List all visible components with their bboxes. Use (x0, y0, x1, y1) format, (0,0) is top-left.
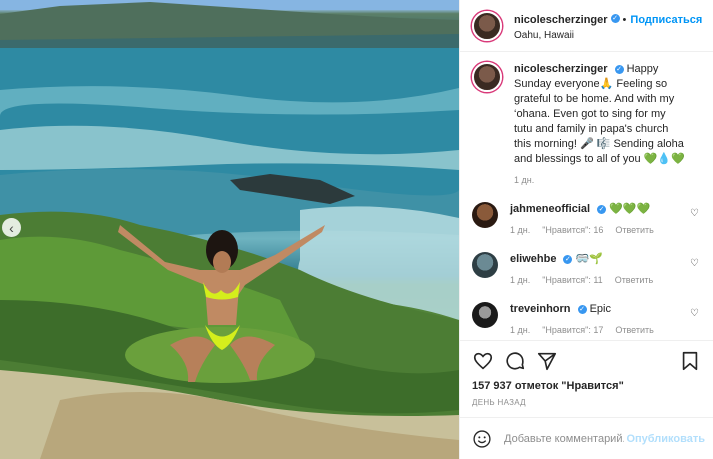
author-username[interactable]: nicolescherzinger (514, 14, 608, 26)
post-header-line: nicolescherzinger ✓ • Подписаться (514, 14, 703, 26)
list-item: treveinhorn ✓ Epic 1 дн. "Нравится": 17 Отв… (472, 302, 701, 338)
post-header: nicolescherzinger ✓ • Подписаться Oahu, Haw… (460, 0, 713, 52)
comment-time[interactable]: 1 дн. (510, 275, 530, 285)
comment-input[interactable] (502, 431, 627, 446)
emoji-icon[interactable] (472, 429, 492, 449)
comment-likes[interactable]: "Нравится": 16 (542, 225, 603, 235)
list-item: jahmeneofficial ✓ 💚💚💚 1 дн. "Нравится": 16… (472, 202, 701, 238)
comment-meta: 1 дн. "Нравится": 11 Ответить (510, 273, 687, 288)
verified-icon: ✓ (597, 204, 607, 214)
post-actions (460, 340, 713, 380)
publish-button[interactable]: Опубликовать (626, 433, 705, 445)
comment-icon[interactable] (504, 350, 526, 372)
beach-photo-illustration (0, 0, 459, 459)
comment-meta: 1 дн. "Нравится": 16 Ответить (510, 223, 687, 238)
post-sidebar: nicolescherzinger ✓ • Подписаться Oahu, Haw… (459, 0, 713, 459)
comment-username[interactable]: treveinhorn (510, 303, 571, 315)
comment-text: 🥽🌱 (575, 253, 603, 265)
heart-icon[interactable]: ♡ (690, 208, 699, 219)
avatar[interactable] (472, 302, 498, 328)
likes-count[interactable]: 157 937 отметок "Нравится" (460, 380, 713, 392)
chevron-left-icon[interactable]: ‹ (2, 218, 21, 237)
avatar[interactable] (472, 252, 498, 278)
avatar[interactable] (472, 62, 502, 92)
comment-likes[interactable]: "Нравится": 11 (542, 275, 602, 285)
caption-text: Happy Sunday everyone🙏 Feeling so gratef… (514, 63, 685, 165)
verified-icon: ✓ (614, 64, 624, 74)
reply-button[interactable]: Ответить (615, 225, 653, 235)
caption: nicolescherzinger ✓ Happy Sunday everyone… (472, 62, 701, 188)
verified-icon: ✓ (577, 304, 587, 314)
comment-body: eliwehbe ✓ 🥽🌱 1 дн. "Нравится": 11 Ответить (510, 252, 701, 288)
list-item: eliwehbe ✓ 🥽🌱 1 дн. "Нравится": 11 Ответить… (472, 252, 701, 288)
comment-meta: 1 дн. "Нравится": 17 Ответить (510, 323, 687, 338)
reply-button[interactable]: Ответить (615, 325, 653, 335)
avatar[interactable] (472, 10, 502, 41)
add-comment-bar: Опубликовать (460, 417, 713, 459)
comments-list[interactable]: nicolescherzinger ✓ Happy Sunday everyone… (460, 52, 713, 340)
comment-text: 💚💚💚 (609, 203, 651, 215)
reply-button[interactable]: Ответить (615, 275, 653, 285)
bookmark-icon[interactable] (679, 350, 701, 372)
caption-time[interactable]: 1 дн. (514, 175, 534, 185)
heart-icon[interactable] (472, 350, 494, 372)
follow-button[interactable]: Подписаться (630, 14, 702, 26)
post-location[interactable]: Oahu, Hawaii (514, 30, 702, 41)
comment-username[interactable]: jahmeneofficial (510, 203, 590, 215)
comment-text: Epic (589, 303, 611, 315)
comment-time[interactable]: 1 дн. (510, 325, 530, 335)
caption-text-block: nicolescherzinger ✓ Happy Sunday everyone… (514, 62, 701, 188)
caption-meta: 1 дн. (514, 173, 687, 188)
heart-icon[interactable]: ♡ (690, 258, 699, 269)
post-photo[interactable]: ‹ (0, 0, 459, 459)
post-header-info: nicolescherzinger ✓ • Подписаться Oahu, Haw… (514, 10, 702, 41)
comment-username[interactable]: eliwehbe (510, 253, 556, 265)
verified-icon: ✓ (563, 254, 573, 264)
comment-time[interactable]: 1 дн. (510, 225, 530, 235)
caption-username[interactable]: nicolescherzinger (514, 63, 608, 75)
share-icon[interactable] (536, 350, 558, 372)
post-date[interactable]: ДЕНЬ НАЗАД (460, 392, 713, 417)
comment-likes[interactable]: "Нравится": 17 (542, 325, 603, 335)
comment-body: treveinhorn ✓ Epic 1 дн. "Нравится": 17 Отв… (510, 302, 701, 338)
avatar[interactable] (472, 202, 498, 228)
heart-icon[interactable]: ♡ (690, 308, 699, 319)
comment-body: jahmeneofficial ✓ 💚💚💚 1 дн. "Нравится": 16… (510, 202, 701, 238)
verified-icon: ✓ (610, 14, 620, 24)
